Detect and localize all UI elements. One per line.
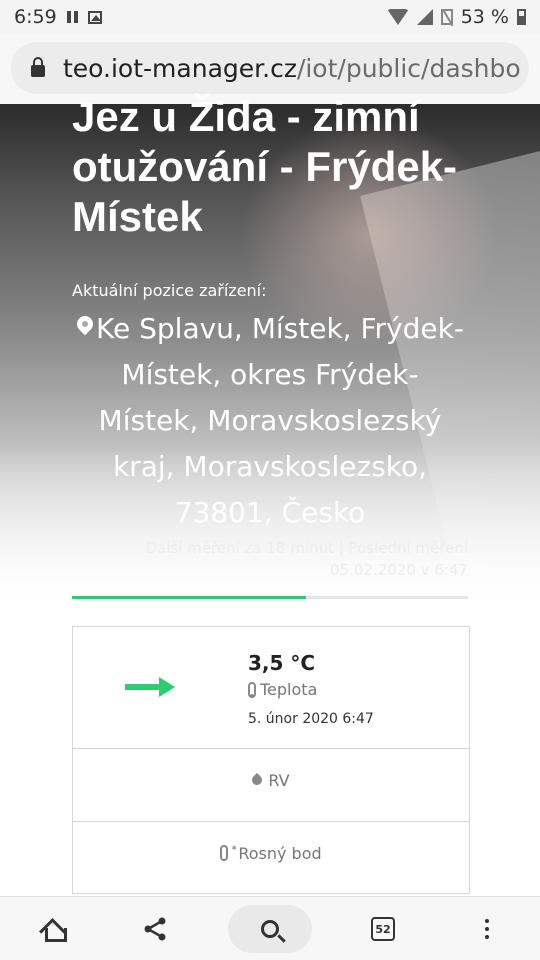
trend-arrow-right-icon <box>125 677 175 697</box>
url-domain: teo.iot-manager.cz <box>63 53 297 83</box>
humidity-label: RV <box>73 771 469 790</box>
temperature-row[interactable]: 3,5 °C Teplota 5. únor 2020 6:47 <box>73 627 469 749</box>
url-text[interactable]: teo.iot-manager.cz/iot/public/dashbo <box>63 54 521 83</box>
map-marker-icon <box>76 316 94 340</box>
temperature-value: 3,5 °C <box>248 651 316 675</box>
address-text: Ke Splavu, Místek, Frýdek-Místek, okres … <box>96 312 464 529</box>
humidity-row[interactable]: RV <box>73 749 469 822</box>
battery-percent: 53 % <box>460 6 509 28</box>
device-address: Ke Splavu, Místek, Frýdek-Místek, okres … <box>72 306 468 536</box>
next-measurement-info: Další měření za 18 minut | Poslední měře… <box>145 539 468 579</box>
overflow-menu-button[interactable] <box>462 905 512 953</box>
no-sim-icon <box>440 9 453 25</box>
pause-icon <box>66 11 78 23</box>
humidity-label-text: RV <box>268 771 290 790</box>
dew-point-label-text: Rosný bod <box>238 844 322 863</box>
wifi-icon <box>386 9 409 25</box>
temperature-label-text: Teplota <box>260 680 318 699</box>
home-button[interactable] <box>28 905 78 953</box>
measurement-card: 3,5 °C Teplota 5. únor 2020 6:47 RV Rosn… <box>72 626 470 894</box>
measurement-progress-bar <box>72 596 468 599</box>
page-title: Jez u Žida - zimní otužování - Frýdek-Mí… <box>72 93 458 240</box>
url-bar[interactable]: teo.iot-manager.cz/iot/public/dashbo <box>11 42 529 94</box>
share-icon <box>144 917 166 941</box>
status-time: 6:59 <box>14 6 57 28</box>
home-icon <box>42 918 67 942</box>
temperature-label: Teplota <box>248 680 317 699</box>
photo-icon <box>87 10 102 24</box>
dew-point-row[interactable]: Rosný bod <box>73 822 469 893</box>
browser-bottom-bar: 52 <box>0 896 540 960</box>
measurement-progress-fill <box>72 596 306 599</box>
water-drop-icon <box>250 772 265 788</box>
dew-point-icon <box>220 844 238 861</box>
thermometer-icon <box>248 681 256 698</box>
tab-switcher-icon: 52 <box>371 917 395 941</box>
url-path: /iot/public/dashbo <box>296 53 521 83</box>
search-button[interactable] <box>228 905 312 953</box>
signal-icon <box>416 9 433 25</box>
search-icon <box>261 920 279 938</box>
overflow-menu-icon <box>485 919 489 939</box>
status-bar: 6:59 53 % <box>0 0 540 34</box>
battery-icon <box>517 9 526 25</box>
share-button[interactable] <box>130 905 180 953</box>
position-label: Aktuální pozice zařízení: <box>72 281 267 300</box>
dew-point-label: Rosný bod <box>73 844 469 863</box>
lock-icon[interactable] <box>31 57 45 77</box>
tab-switcher-button[interactable]: 52 <box>358 905 408 953</box>
temperature-date: 5. únor 2020 6:47 <box>248 711 374 727</box>
